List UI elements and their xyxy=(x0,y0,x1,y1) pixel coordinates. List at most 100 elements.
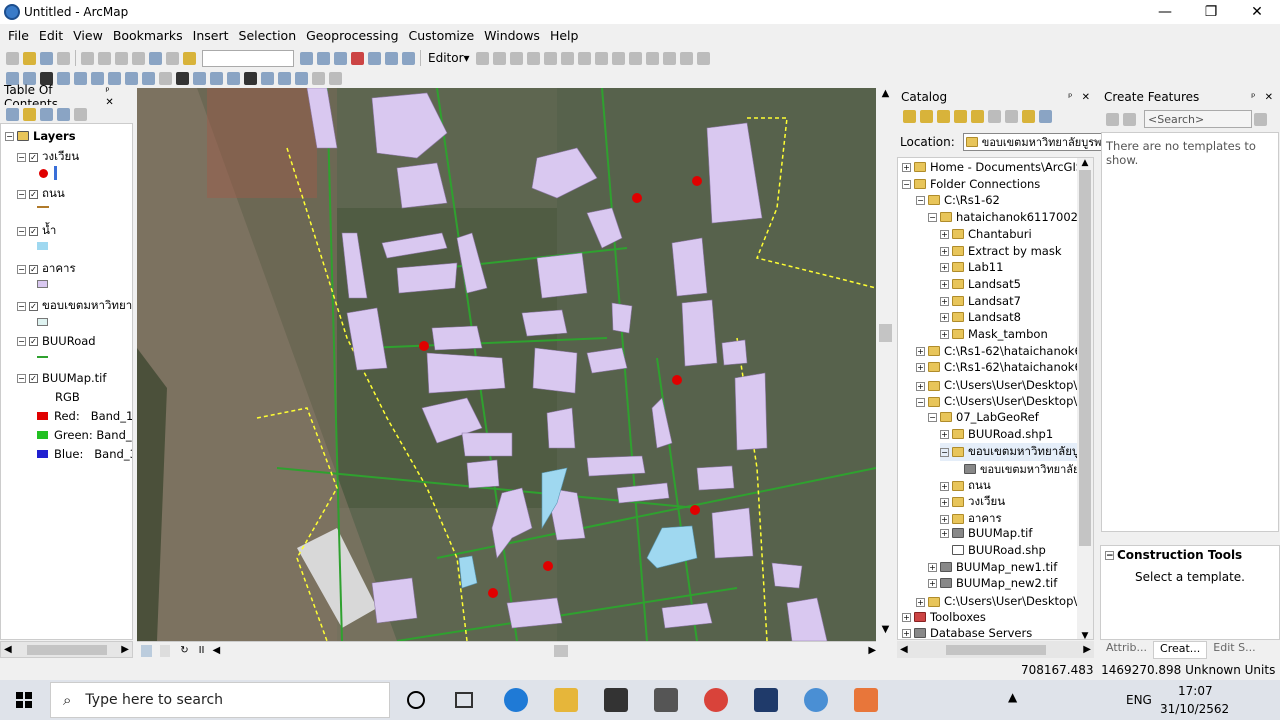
expand-icon[interactable]: + xyxy=(940,329,949,339)
home-icon[interactable] xyxy=(954,109,967,123)
scroll-down-icon[interactable]: ▼ xyxy=(1077,631,1093,639)
layout-view-button[interactable] xyxy=(159,644,171,657)
create-features-controls[interactable]: ᵖ ✕ xyxy=(1251,92,1276,103)
minimize-button[interactable]: — xyxy=(1142,0,1188,24)
expand-icon[interactable]: + xyxy=(940,262,949,272)
cut-icon[interactable] xyxy=(81,51,94,65)
scroll-left-icon[interactable]: ◀ xyxy=(4,644,12,655)
tree-item[interactable]: C:\Rs1-62\hataichanok61 xyxy=(944,344,1089,358)
straight-segment-icon[interactable] xyxy=(509,51,523,65)
identify-icon[interactable] xyxy=(193,71,206,85)
tree-item-selected[interactable]: ขอบเขตมหาวิทยาลัยบูรพ xyxy=(968,443,1093,461)
edit-annotation-icon[interactable] xyxy=(492,51,506,65)
scroll-left-icon[interactable]: ◀ xyxy=(212,645,220,656)
menu-customize[interactable]: Customize xyxy=(405,28,479,43)
forward-icon[interactable] xyxy=(920,109,933,123)
select-elements-icon[interactable] xyxy=(176,71,189,85)
expand-icon[interactable]: + xyxy=(940,514,949,524)
tree-item[interactable]: BUURoad.shp1 xyxy=(968,427,1053,441)
cortana-icon[interactable] xyxy=(407,691,425,709)
toggle-contents-icon[interactable] xyxy=(988,109,1001,123)
tree-toolboxes[interactable]: Toolboxes xyxy=(930,610,986,624)
menu-help[interactable]: Help xyxy=(546,28,583,43)
expand-icon[interactable]: + xyxy=(940,279,949,289)
clock-date[interactable]: 31/10/2562 xyxy=(1160,702,1229,716)
html-popup-icon[interactable] xyxy=(210,71,223,85)
list-by-selection-icon[interactable] xyxy=(57,107,70,121)
tree-item[interactable]: C:\Users\User\Desktop\แล xyxy=(944,593,1092,611)
collapse-icon[interactable]: − xyxy=(1105,550,1114,560)
python-icon[interactable] xyxy=(385,51,398,65)
back-extent-icon[interactable] xyxy=(108,71,121,85)
print-icon[interactable] xyxy=(57,51,70,65)
arctoolbox-icon[interactable] xyxy=(368,51,381,65)
collapse-icon[interactable]: − xyxy=(940,447,949,457)
recorder-icon[interactable] xyxy=(854,688,878,712)
trace-icon[interactable] xyxy=(543,51,557,65)
hscroll-thumb[interactable] xyxy=(554,644,569,657)
find-icon[interactable] xyxy=(244,71,257,85)
collapse-icon[interactable]: − xyxy=(916,195,925,205)
editor-menu-button[interactable]: Editor▾ xyxy=(428,51,470,65)
expand-icon[interactable]: + xyxy=(940,528,949,538)
edge-icon[interactable] xyxy=(504,688,528,712)
model-builder-icon[interactable] xyxy=(402,51,415,65)
clock-time[interactable]: 17:07 xyxy=(1178,684,1213,698)
expand-icon[interactable]: + xyxy=(902,628,911,638)
create-features-icon[interactable] xyxy=(696,51,710,65)
expand-icon[interactable]: + xyxy=(940,429,949,439)
forward-extent-icon[interactable] xyxy=(125,71,138,85)
paste-icon[interactable] xyxy=(115,51,128,65)
expand-icon[interactable]: + xyxy=(916,597,925,607)
map-view[interactable] xyxy=(137,88,876,641)
collapse-icon[interactable]: − xyxy=(928,212,937,222)
edit-vertices-icon[interactable] xyxy=(577,51,591,65)
tree-item[interactable]: BUUMap_new2.tif xyxy=(956,576,1057,590)
visibility-checkbox[interactable]: ✓ xyxy=(29,264,38,274)
search-window-icon[interactable] xyxy=(351,51,364,65)
scroll-thumb[interactable] xyxy=(945,644,1046,655)
data-view-button[interactable] xyxy=(141,644,152,657)
expand-icon[interactable]: + xyxy=(940,312,949,322)
restore-button[interactable]: ❐ xyxy=(1188,0,1234,24)
mail-icon[interactable] xyxy=(654,688,678,712)
collapse-icon[interactable]: − xyxy=(17,301,26,311)
scroll-right-icon[interactable]: ▶ xyxy=(1083,644,1091,655)
goto-xy-icon[interactable] xyxy=(278,71,291,85)
collapse-icon[interactable]: − xyxy=(17,226,26,236)
scroll-up-icon[interactable]: ▲ xyxy=(877,88,894,105)
map-canvas[interactable] xyxy=(137,88,876,641)
hyperlink-icon[interactable] xyxy=(227,71,240,85)
tree-item[interactable]: Extract by mask xyxy=(968,244,1062,258)
attributes-icon[interactable] xyxy=(662,51,676,65)
toc-window-icon[interactable] xyxy=(317,51,330,65)
menu-view[interactable]: View xyxy=(69,28,107,43)
scroll-thumb[interactable] xyxy=(879,324,892,342)
tree-item[interactable]: C:\Rs1-62 xyxy=(944,193,1000,207)
app-icon[interactable] xyxy=(754,688,778,712)
expand-icon[interactable]: + xyxy=(916,362,925,372)
menu-file[interactable]: File xyxy=(4,28,33,43)
visibility-checkbox[interactable]: ✓ xyxy=(29,226,38,236)
layer-building[interactable]: อาคาร xyxy=(42,260,76,278)
new-folder-icon[interactable] xyxy=(1022,109,1035,123)
arcmap-taskbar-icon[interactable] xyxy=(804,688,828,712)
layers-root[interactable]: Layers xyxy=(33,129,76,143)
collapse-icon[interactable]: − xyxy=(5,131,14,141)
tree-item[interactable]: 07_LabGeoRef xyxy=(956,410,1039,424)
new-icon[interactable] xyxy=(6,51,19,65)
views-icon[interactable] xyxy=(1005,109,1018,123)
organize-templates-icon[interactable] xyxy=(1106,112,1119,126)
expand-icon[interactable]: + xyxy=(940,481,949,491)
save-icon[interactable] xyxy=(40,51,53,65)
tree-item[interactable]: Lab11 xyxy=(968,260,1003,274)
template-search[interactable]: <Search> xyxy=(1144,110,1252,128)
rotate-icon[interactable] xyxy=(645,51,659,65)
tab-attributes[interactable]: Attrib... xyxy=(1100,641,1153,659)
refresh-icon[interactable]: ↻ xyxy=(180,645,188,656)
tree-home[interactable]: Home - Documents\ArcGIS xyxy=(930,160,1083,174)
find-route-icon[interactable] xyxy=(261,71,274,85)
scroll-up-icon[interactable]: ▲ xyxy=(1077,158,1093,168)
tree-item[interactable]: Landsat5 xyxy=(968,277,1021,291)
tree-item[interactable]: Landsat7 xyxy=(968,294,1021,308)
